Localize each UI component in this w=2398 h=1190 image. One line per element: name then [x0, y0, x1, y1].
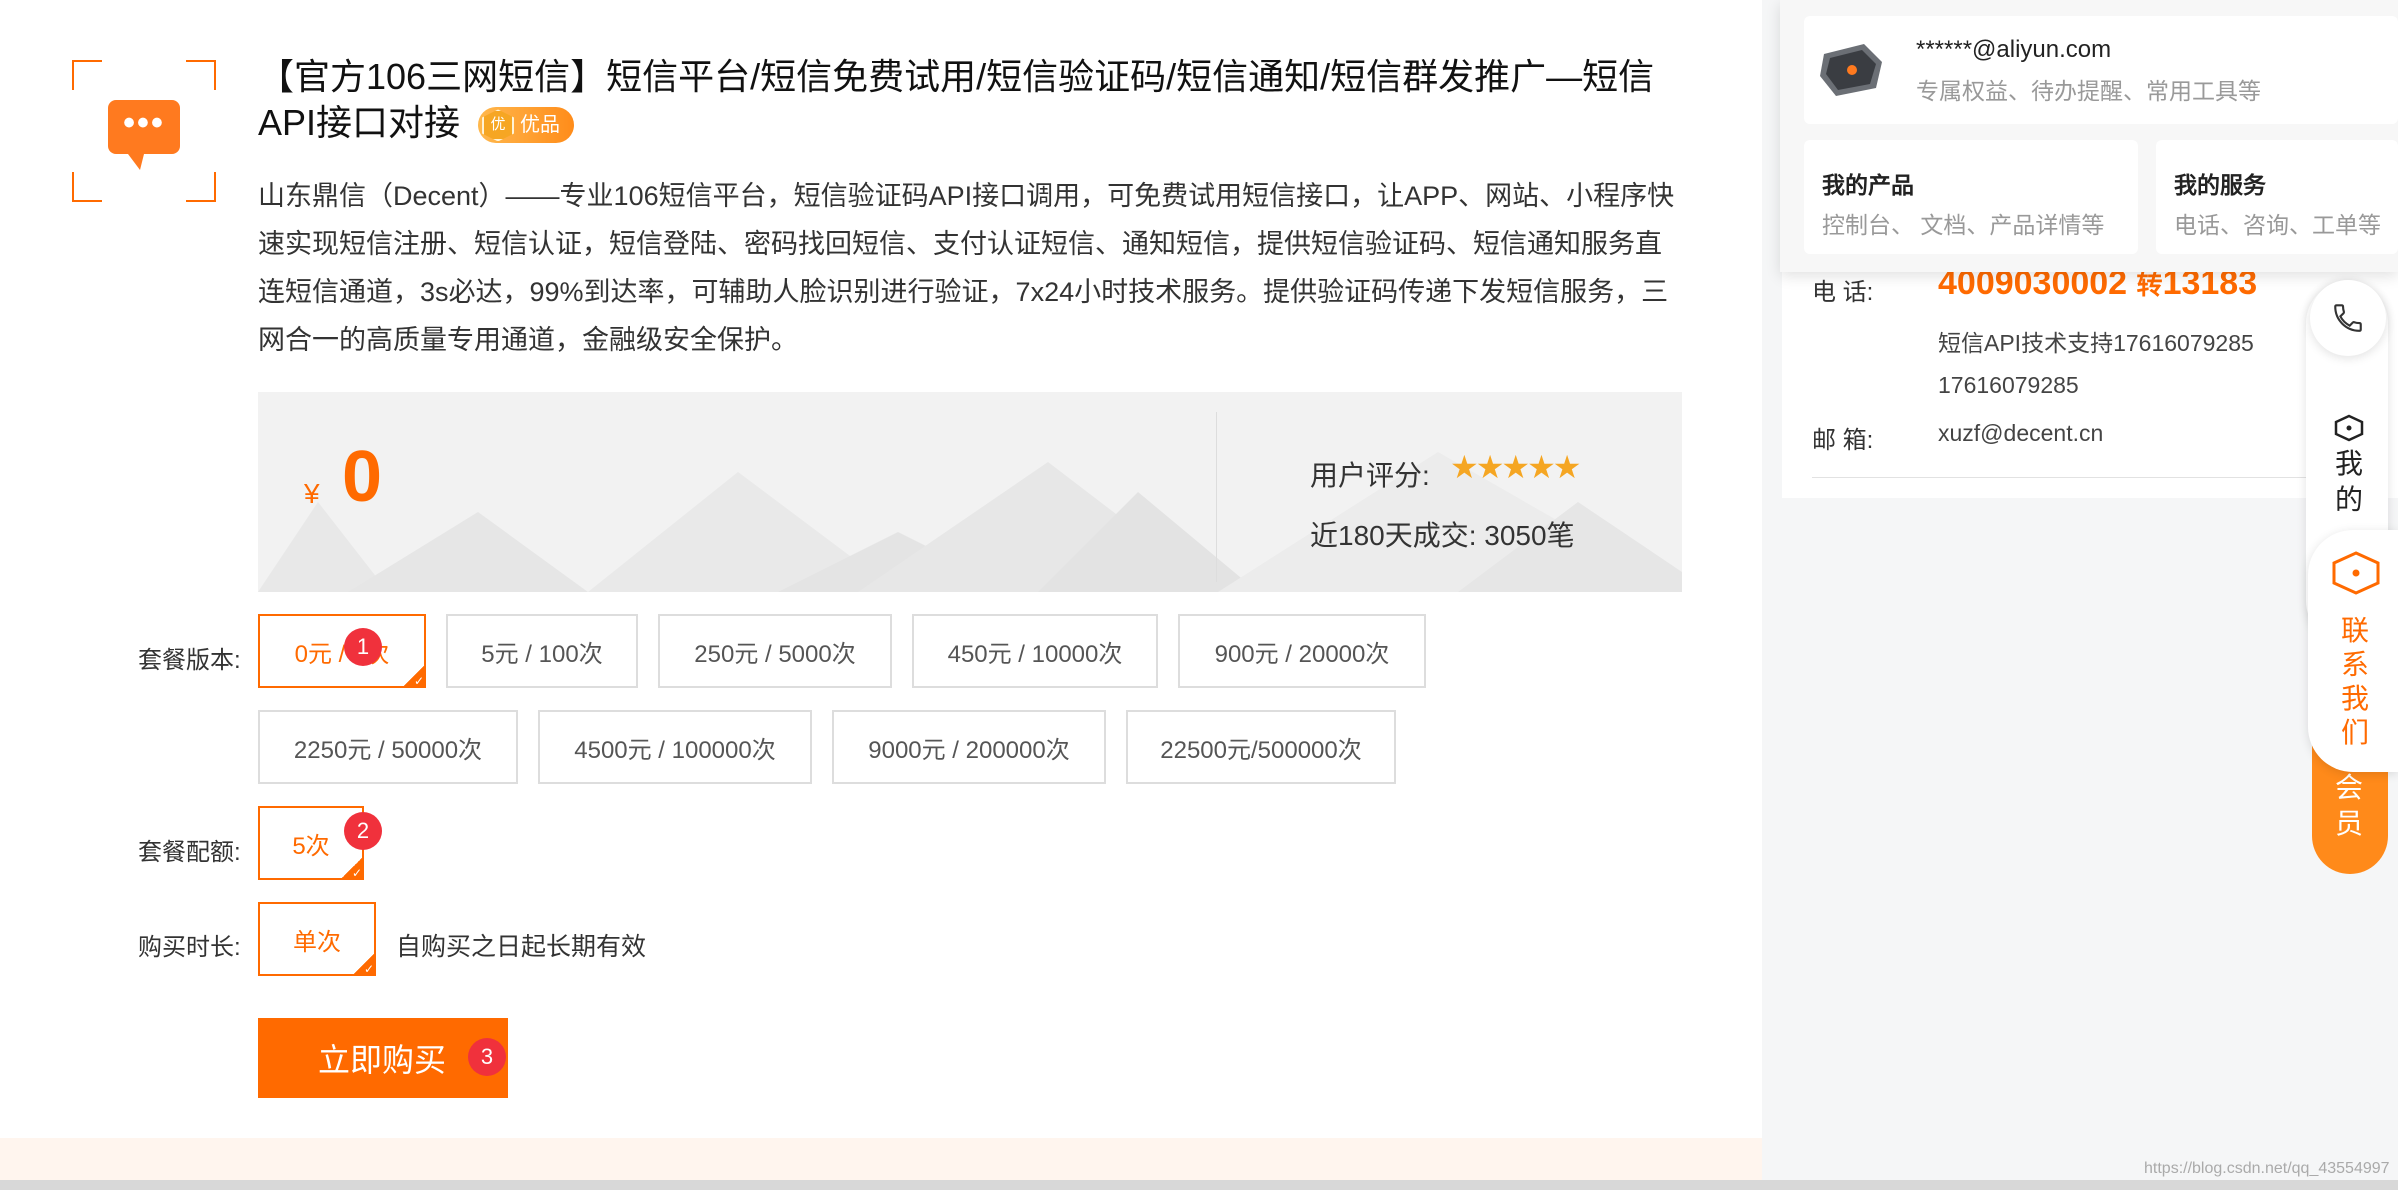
support-phone: 17616079285: [1938, 372, 2079, 398]
my-products-subtitle: 控制台、 文档、产品详情等: [1822, 212, 2105, 238]
rating-label: 用户评分:: [1310, 460, 1430, 491]
price-currency: ¥: [304, 478, 320, 509]
package-option-0[interactable]: 0元 / 5次: [258, 614, 426, 688]
duration-option-0[interactable]: 单次: [258, 902, 376, 976]
bottom-scrollbar: [0, 1180, 2398, 1190]
product-description: 山东鼎信（Decent）——专业106短信平台，短信验证码API接口调用，可免费…: [258, 181, 1675, 355]
my-products-title: 我的产品: [1822, 172, 1914, 198]
premium-hex-icon: 优: [482, 109, 515, 142]
package-option-7[interactable]: 9000元 / 200000次: [832, 710, 1106, 784]
my-services-title: 我的服务: [2174, 172, 2266, 198]
phone-ext-prefix: 转: [2136, 270, 2163, 300]
rating-stars: ★★★★★: [1450, 449, 1581, 485]
my-services-subtitle: 电话、咨询、工单等: [2174, 212, 2381, 238]
step-badge-3: 3: [468, 1038, 506, 1076]
account-subtitle: 专属权益、待办提醒、常用工具等: [1916, 78, 2261, 104]
package-option-8[interactable]: 22500元/500000次: [1126, 710, 1396, 784]
phone-tool-button[interactable]: [2310, 280, 2386, 356]
email-label: 邮 箱:: [1812, 427, 1874, 454]
package-option-5[interactable]: 2250元 / 50000次: [258, 710, 518, 784]
package-version-label: 套餐版本:: [138, 647, 241, 674]
purchase-duration-label: 购买时长:: [138, 934, 241, 961]
product-title-text: 【官方106三网短信】短信平台/短信免费试用/短信验证码/短信通知/短信群发推广…: [258, 56, 1655, 143]
product-title: 【官方106三网短信】短信平台/短信免费试用/短信验证码/短信通知/短信群发推广…: [258, 54, 1678, 146]
package-option-6[interactable]: 4500元 / 100000次: [538, 710, 812, 784]
phone-label: 电 话:: [1812, 279, 1874, 306]
package-quota-label: 套餐配额:: [138, 839, 241, 866]
account-email: ******@aliyun.com: [1916, 36, 2112, 63]
premium-badge-label: 优品: [520, 114, 561, 137]
contact-us-label: 联系我们: [2340, 615, 2369, 748]
step-badge-1: 1: [344, 628, 382, 666]
package-option-4[interactable]: 900元 / 20000次: [1178, 614, 1426, 688]
package-option-1[interactable]: 5元 / 100次: [446, 614, 638, 688]
support-text: 短信API技术支持17616079285: [1938, 330, 2254, 356]
watermark: https://blog.csdn.net/qq_43554997: [2144, 1160, 2390, 1177]
step-badge-2: 2: [344, 812, 382, 850]
bottom-strip: [0, 1138, 1762, 1180]
member-label: 会员: [2334, 772, 2363, 839]
premium-badge: 优优品: [478, 107, 575, 144]
contact-email[interactable]: xuzf@decent.cn: [1938, 420, 2103, 447]
message-bubble-icon: •••: [108, 100, 180, 170]
mountain-background: [258, 452, 1682, 592]
contact-us-icon: [2332, 551, 2380, 595]
package-option-3[interactable]: 450元 / 10000次: [912, 614, 1158, 688]
package-option-2[interactable]: 250元 / 5000次: [658, 614, 892, 688]
product-logo: •••: [72, 60, 216, 202]
account-card[interactable]: [1804, 16, 2398, 124]
avatar-icon: [1820, 44, 1882, 96]
my-hexagon-icon: [2334, 414, 2364, 442]
recent-deals: 近180天成交: 3050笔: [1310, 520, 1575, 551]
price-panel: [258, 392, 1682, 592]
validity-note: 自购买之日起长期有效: [396, 933, 647, 961]
contact-divider: [1812, 477, 2332, 478]
buy-now-label: 立即购买: [318, 1042, 447, 1078]
my-tool-label[interactable]: 我的: [2334, 446, 2364, 518]
price-value: 0: [342, 437, 383, 517]
phone-icon: [2334, 304, 2362, 332]
